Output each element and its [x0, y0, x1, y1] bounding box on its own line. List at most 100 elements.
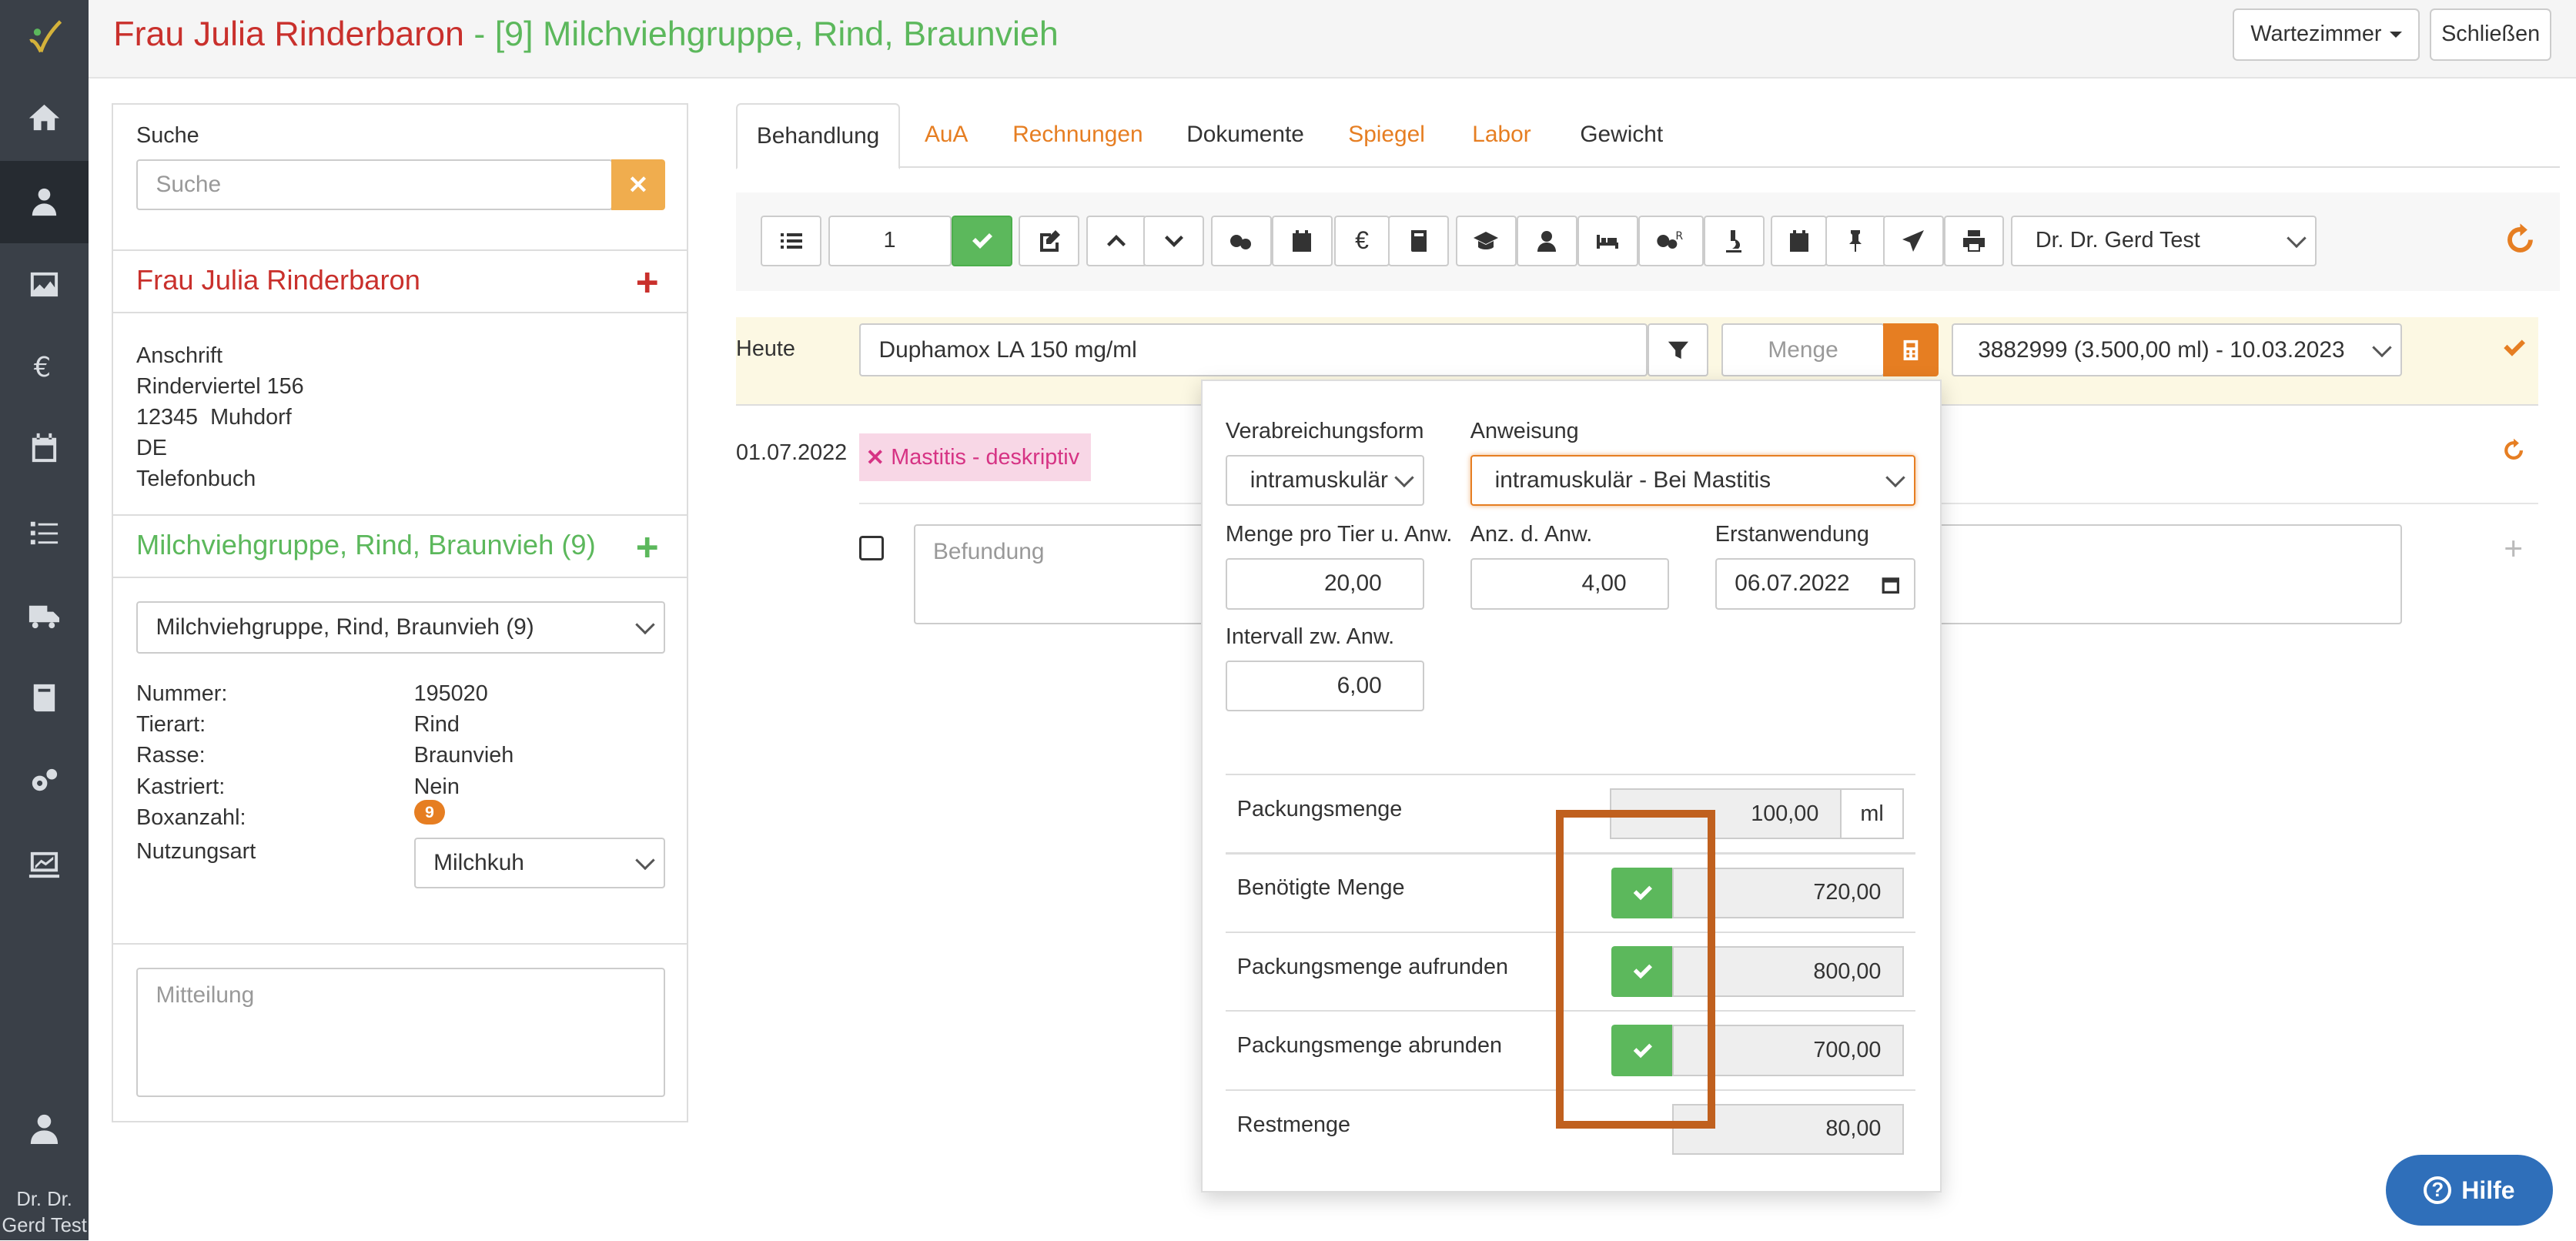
truck-icon[interactable] — [0, 575, 89, 657]
microscope-icon — [1726, 229, 1742, 253]
diagnosis-label: Mastitis - deskriptiv — [891, 444, 1080, 470]
clear-search-button[interactable]: ✕ — [611, 159, 666, 210]
tab-behandlung[interactable]: Behandlung — [736, 103, 901, 169]
application-count-input[interactable]: 4,00 — [1470, 558, 1669, 610]
pin-icon — [1849, 229, 1862, 252]
address-street: Rinderviertel 156 — [135, 373, 304, 399]
finding-checkbox[interactable] — [859, 535, 885, 560]
education-button[interactable] — [1455, 215, 1517, 266]
amount-input[interactable]: 20,00 — [1225, 558, 1425, 610]
pin-button[interactable] — [1825, 215, 1886, 266]
client-name[interactable]: Frau Julia Rinderbaron — [136, 264, 420, 296]
tasks-icon[interactable] — [0, 491, 89, 574]
help-button[interactable]: ? Hilfe — [2385, 1155, 2554, 1226]
address-country: DE — [135, 435, 167, 460]
search-input[interactable]: Suche — [135, 159, 613, 210]
logo-icon[interactable] — [0, 0, 89, 75]
filter-button[interactable] — [1648, 323, 1709, 376]
chevron-down-icon — [2287, 228, 2307, 248]
book-button[interactable] — [1388, 215, 1450, 266]
microscope-button[interactable] — [1703, 215, 1765, 266]
instruction-value: intramuskulär - Bei Mastitis — [1494, 467, 1771, 493]
interval-input[interactable]: 6,00 — [1225, 660, 1425, 711]
book-icon[interactable] — [0, 657, 89, 740]
add-client-icon[interactable]: + — [636, 259, 659, 305]
print-button[interactable] — [1943, 215, 2005, 266]
medication-button[interactable] — [1210, 215, 1272, 266]
tab-rechnungen[interactable]: Rechnungen — [1005, 103, 1150, 166]
chevron-down-icon — [635, 850, 655, 871]
search-placeholder: Suche — [156, 171, 222, 197]
tabs-underline — [736, 166, 2560, 168]
calendar-icon[interactable] — [0, 407, 89, 490]
tab-dokumente[interactable]: Dokumente — [1176, 103, 1314, 166]
confirm-button[interactable] — [951, 215, 1012, 266]
address-block: Anschrift Rinderviertel 156 12345 Muhdor… — [136, 340, 304, 495]
refresh-icon[interactable] — [2501, 437, 2527, 463]
graduation-cap-icon — [1474, 231, 1499, 249]
book-icon — [1410, 229, 1427, 252]
image-icon[interactable] — [0, 243, 89, 326]
invoice-button[interactable]: € — [1333, 215, 1390, 266]
list-button[interactable] — [761, 215, 821, 266]
client-icon[interactable] — [0, 161, 89, 243]
euro-icon: € — [1355, 226, 1369, 255]
tab-labor[interactable]: Labor — [1460, 103, 1543, 166]
usage-select[interactable]: Milchkuh — [413, 838, 666, 889]
chevron-down-icon — [1394, 467, 1414, 488]
group-select-value: Milchviehgruppe, Rind, Braunvieh (9) — [156, 614, 534, 641]
divider — [113, 513, 687, 516]
count-input[interactable]: 1 — [828, 215, 952, 266]
calendar-button[interactable] — [1271, 215, 1333, 266]
person-button[interactable] — [1516, 215, 1577, 266]
first-application-label: Erstanwendung — [1715, 522, 1869, 547]
first-application-date[interactable]: 06.07.2022 — [1715, 558, 1916, 610]
phonebook-link[interactable]: Telefonbuch — [136, 463, 304, 494]
count-label: Anz. d. Anw. — [1470, 522, 1593, 547]
group-title[interactable]: Milchviehgruppe, Rind, Braunvieh (9) — [136, 529, 596, 561]
drug-input[interactable]: Duphamox LA 150 mg/ml — [859, 323, 1648, 376]
send-button[interactable] — [1882, 215, 1944, 266]
calendar-add-button[interactable] — [1771, 215, 1827, 266]
tab-gewicht[interactable]: Gewicht — [1569, 103, 1674, 166]
page-header: Frau Julia Rinderbaron - [9] Milchviehgr… — [89, 0, 2576, 79]
user-icon[interactable] — [0, 1104, 89, 1153]
prescription-button[interactable]: R — [1638, 215, 1704, 266]
add-animal-icon[interactable]: + — [636, 524, 659, 570]
remove-icon[interactable]: ✕ — [866, 444, 885, 471]
detail-value-species: Rind — [413, 712, 460, 738]
user-icon — [1537, 230, 1557, 252]
move-down-button[interactable] — [1143, 215, 1205, 266]
instruction-select[interactable]: intramuskulär - Bei Mastitis — [1470, 454, 1916, 507]
check-icon[interactable] — [2501, 335, 2527, 361]
first-application-value: 06.07.2022 — [1735, 570, 1850, 597]
diagnosis-tag[interactable]: ✕ Mastitis - deskriptiv — [859, 433, 1092, 482]
divider — [113, 942, 687, 945]
box-count-label: Boxanzahl: — [135, 804, 246, 830]
waiting-room-button[interactable]: Wartezimmer — [2233, 8, 2420, 61]
cogs-icon[interactable] — [0, 741, 89, 823]
euro-icon[interactable]: € — [0, 326, 89, 408]
animal-detail-values: 195020 Rind Braunvieh Nein — [414, 678, 514, 802]
address-city: 12345 Muhdorf — [135, 404, 292, 430]
move-up-button[interactable] — [1086, 215, 1147, 266]
quantity-input[interactable]: Menge — [1721, 323, 1885, 376]
chart-icon[interactable] — [0, 823, 89, 905]
batch-select-value: 3882999 (3.500,00 ml) - 10.03.2023 — [1978, 336, 2345, 363]
calendar-icon — [1293, 229, 1312, 252]
refresh-icon[interactable] — [2502, 222, 2538, 258]
edit-button[interactable] — [1019, 215, 1080, 266]
add-icon[interactable]: + — [2504, 530, 2523, 568]
tab-spiegel[interactable]: Spiegel — [1339, 103, 1434, 166]
batch-select[interactable]: 3882999 (3.500,00 ml) - 10.03.2023 — [1952, 323, 2402, 376]
admin-form-select[interactable]: intramuskulär — [1225, 454, 1425, 507]
doctor-select[interactable]: Dr. Dr. Gerd Test — [2011, 215, 2317, 266]
home-icon[interactable] — [0, 77, 89, 159]
stall-button[interactable] — [1577, 215, 1638, 266]
message-textarea[interactable]: Mitteilung — [135, 967, 666, 1098]
tab-aua[interactable]: AuA — [914, 103, 979, 166]
close-button[interactable]: Schließen — [2430, 8, 2552, 61]
group-select[interactable]: Milchviehgruppe, Rind, Braunvieh (9) — [135, 600, 666, 654]
list-icon — [780, 232, 802, 249]
calculator-button[interactable] — [1882, 323, 1939, 376]
